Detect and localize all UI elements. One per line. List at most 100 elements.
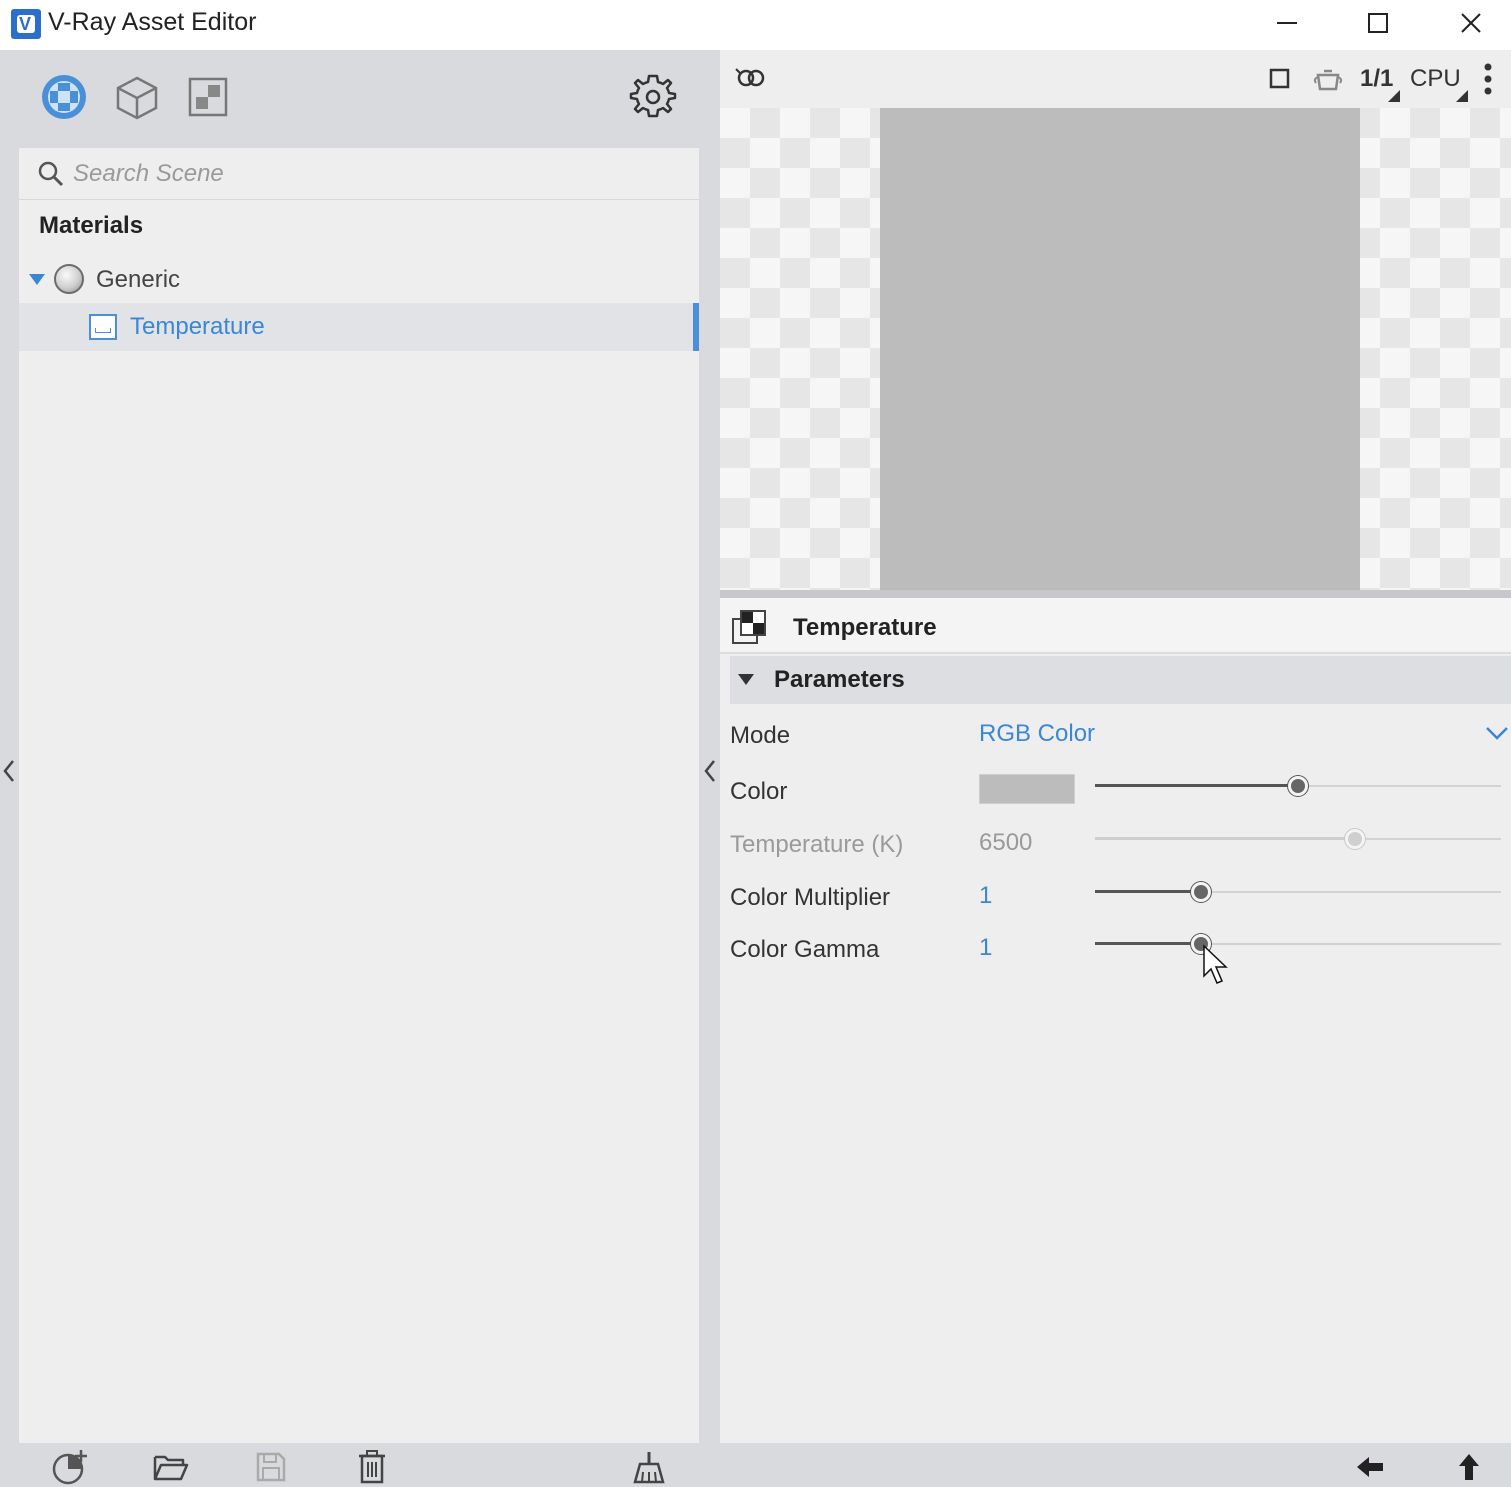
param-color-gamma: Color Gamma 1 (730, 924, 1511, 974)
param-label: Mode (730, 722, 791, 749)
collapse-arrow-icon (738, 674, 754, 685)
param-label: Temperature (K) (730, 831, 904, 858)
asset-actions-bar (0, 1443, 720, 1487)
geometry-category-button[interactable] (112, 72, 162, 122)
slider-knob[interactable] (1288, 776, 1308, 796)
materials-heading: Materials (39, 212, 144, 239)
param-mode: Mode RGB Color (730, 710, 1511, 760)
maximize-button[interactable] (1343, 0, 1413, 46)
parameters-title: Parameters (774, 666, 905, 693)
color-swatch[interactable] (979, 774, 1075, 804)
preview-scene-button[interactable] (1312, 60, 1344, 98)
resolution-label: 1/1 (1360, 65, 1394, 92)
collapse-left-button[interactable] (0, 756, 18, 786)
slider-knob[interactable] (1191, 882, 1211, 902)
minimize-icon (1277, 22, 1297, 24)
materials-category-button[interactable] (39, 72, 89, 122)
minimize-button[interactable] (1252, 0, 1322, 46)
collapse-list-button[interactable] (700, 756, 720, 786)
asset-properties-panel: 1/1 CPU Temperature Parameters Mode RGB … (720, 50, 1511, 1487)
search-input[interactable] (73, 156, 673, 192)
param-temperature: Temperature (K) 6500 (730, 819, 1511, 869)
kebab-menu-icon (1484, 63, 1492, 95)
preview-render (880, 108, 1360, 590)
search-bar (19, 148, 699, 200)
arrow-left-icon (1357, 1457, 1383, 1477)
param-label: Color Multiplier (730, 884, 891, 911)
category-toolbar (0, 50, 720, 146)
chevron-left-icon (704, 760, 715, 782)
textures-icon (188, 77, 228, 117)
asset-browser-panel: Materials Generic Temperature (0, 50, 720, 1487)
parameters-rollout-header[interactable]: Parameters (730, 656, 1511, 704)
preview-splitter[interactable] (720, 590, 1511, 598)
delete-button[interactable] (352, 1447, 392, 1487)
render-engine-dropdown[interactable]: CPU (1410, 60, 1468, 102)
purge-unused-button[interactable] (629, 1447, 669, 1487)
param-color: Color (730, 766, 1511, 816)
teapot-icon (1313, 69, 1343, 91)
color-multiplier-slider[interactable] (1095, 872, 1501, 912)
close-icon (1461, 13, 1481, 33)
color-slider[interactable] (1095, 766, 1501, 806)
chevron-left-icon (3, 760, 14, 782)
chevron-down-icon[interactable] (1484, 720, 1510, 746)
title-bar: V V-Ray Asset Editor (0, 0, 1511, 50)
open-file-button[interactable] (151, 1447, 191, 1487)
render-preview-button[interactable] (734, 60, 766, 98)
create-asset-icon (52, 1450, 87, 1485)
folder-open-icon (153, 1455, 189, 1481)
settings-gear-icon (629, 74, 677, 118)
create-asset-button[interactable] (50, 1447, 90, 1487)
tree-item-label: Generic (96, 266, 181, 293)
temperature-input[interactable]: 6500 (979, 829, 1032, 857)
material-sphere-icon (54, 264, 84, 294)
texture-icon (732, 610, 766, 644)
asset-header: Temperature (720, 598, 1511, 654)
search-icon (38, 161, 64, 187)
asset-list: Materials Generic Temperature (19, 148, 699, 1443)
close-button[interactable] (1436, 0, 1506, 46)
asset-title: Temperature (793, 614, 937, 641)
trash-icon (359, 1450, 385, 1484)
teapot-render-icon (735, 68, 765, 87)
broom-icon (633, 1452, 665, 1484)
mode-dropdown-value[interactable]: RGB Color (979, 720, 1095, 748)
mouse-cursor-icon (1203, 944, 1228, 984)
arrow-up-icon (1459, 1454, 1479, 1480)
geometry-cube-icon (116, 76, 158, 120)
window-title: V-Ray Asset Editor (48, 8, 257, 36)
color-multiplier-input[interactable]: 1 (979, 882, 992, 910)
save-icon (256, 1452, 286, 1482)
up-button[interactable] (1449, 1447, 1489, 1487)
slider-fill (1095, 784, 1298, 787)
param-color-multiplier: Color Multiplier 1 (730, 872, 1511, 922)
engine-label: CPU (1410, 65, 1461, 92)
preview-toolbar: 1/1 CPU (720, 50, 1511, 108)
save-button[interactable] (251, 1447, 291, 1487)
selection-indicator (693, 303, 699, 351)
slider-fill (1095, 942, 1201, 945)
material-preview (720, 108, 1511, 590)
color-gamma-slider[interactable] (1095, 924, 1501, 964)
temperature-slider[interactable] (1095, 819, 1501, 859)
param-label: Color (730, 778, 788, 805)
color-gamma-input[interactable]: 1 (979, 934, 992, 962)
settings-button[interactable] (628, 72, 678, 122)
tree-item-generic[interactable]: Generic (19, 256, 699, 304)
param-label: Color Gamma (730, 936, 880, 963)
textures-category-button[interactable] (183, 72, 233, 122)
properties-actions-bar (720, 1443, 1511, 1487)
materials-icon (42, 75, 86, 119)
dropdown-corner-icon (1456, 90, 1468, 102)
texture-ruler-icon (89, 314, 117, 340)
slider-fill (1095, 837, 1355, 840)
back-button[interactable] (1350, 1447, 1390, 1487)
tree-item-temperature[interactable]: Temperature (19, 303, 699, 351)
resolution-dropdown[interactable]: 1/1 (1360, 60, 1400, 102)
maximize-icon (1368, 13, 1388, 33)
more-options-button[interactable] (1483, 60, 1493, 98)
slider-knob[interactable] (1345, 829, 1365, 849)
region-render-button[interactable] (1268, 60, 1292, 98)
expand-arrow-icon[interactable] (29, 274, 45, 285)
